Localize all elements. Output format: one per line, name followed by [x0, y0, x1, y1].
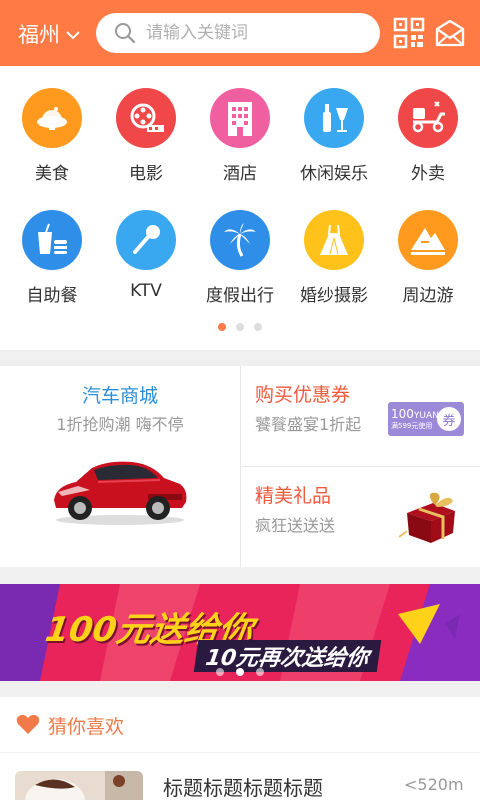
category-grid: 美食 电影 酒店 休闲娱乐 外卖 自助餐 KTV 度假出行 婚纱摄影 周边游: [0, 66, 480, 350]
category-label: 自助餐: [26, 286, 78, 306]
coupon-tag: 券: [437, 407, 461, 431]
palm-tree-icon: [210, 210, 270, 270]
wedding-dress-icon: [304, 210, 364, 270]
category-label: 度假出行: [206, 286, 274, 306]
page-dot: [256, 668, 264, 676]
category-label: 电影: [129, 164, 163, 184]
item-title: 标题标题标题标题: [163, 776, 323, 800]
gift-box-image: [398, 492, 455, 543]
category-takeout[interactable]: 外卖: [381, 88, 475, 198]
promo-section: 汽车商城 1折抢购潮 嗨不停 购买优惠券 饕餮盛宴1折起 100YUAN 满59…: [0, 366, 480, 567]
city-selector[interactable]: 福州: [18, 19, 80, 49]
hotel-building-icon: [210, 88, 270, 148]
gift-card[interactable]: 精美礼品 疯狂送送送: [241, 467, 480, 567]
coupon-subtitle: 饕餮盛宴1折起: [255, 415, 362, 434]
category-vacation[interactable]: 度假出行: [193, 210, 287, 320]
envelope-icon[interactable]: [434, 17, 466, 49]
car-mall-card[interactable]: 汽车商城 1折抢购潮 嗨不停: [0, 366, 240, 567]
microphone-icon: [116, 210, 176, 270]
page-dot: [218, 323, 226, 331]
delivery-scooter-icon: [398, 88, 458, 148]
page-dot: [254, 323, 262, 331]
app-screen: 福州 请输入关键词 美食 电影 酒店 休闲娱乐 外卖 自助餐 KTV 度假出行 …: [0, 0, 480, 800]
category-food[interactable]: 美食: [5, 88, 99, 198]
city-label: 福州: [18, 23, 60, 47]
film-reel-icon: [116, 88, 176, 148]
car-mall-title: 汽车商城: [81, 385, 158, 407]
category-page-indicator: [0, 323, 480, 331]
banner-page-indicator: [0, 668, 480, 676]
category-buffet[interactable]: 自助餐: [5, 210, 99, 320]
car-mall-subtitle: 1折抢购潮 嗨不停: [56, 415, 184, 434]
chevron-down-icon: [66, 30, 80, 39]
food-dish-icon: [22, 88, 82, 148]
coupon-note: 满599元使用: [391, 422, 433, 430]
category-label: 休闲娱乐: [300, 164, 368, 184]
mountain-icon: [398, 210, 458, 270]
coupon-title: 购买优惠券: [255, 384, 351, 406]
promo-banner[interactable]: 100元送给你 10元再次送给你: [0, 584, 480, 681]
page-dot: [236, 323, 244, 331]
guess-you-like-section: 猜你喜欢 标题标题标题标题 <520m: [0, 697, 480, 800]
gift-subtitle: 疯狂送送送: [255, 516, 336, 535]
coupon-ticket-image: 100YUAN 满599元使用 券: [388, 402, 464, 436]
red-car-image: [54, 461, 187, 525]
category-movie[interactable]: 电影: [99, 88, 193, 198]
category-label: KTV: [130, 281, 162, 301]
category-label: 周边游: [402, 286, 454, 306]
drinks-icon: [304, 88, 364, 148]
coupon-unit: YUAN: [413, 411, 439, 421]
qr-code-icon[interactable]: [393, 17, 425, 49]
category-ktv[interactable]: KTV: [99, 210, 193, 320]
category-label: 婚纱摄影: [300, 286, 368, 306]
page-dot: [236, 668, 244, 676]
list-item[interactable]: 标题标题标题标题 <520m: [0, 697, 480, 800]
item-thumbnail: [15, 771, 143, 800]
coupon-card[interactable]: 购买优惠券 饕餮盛宴1折起 100YUAN 满599元使用 券: [241, 366, 480, 466]
category-label: 外卖: [411, 164, 445, 184]
category-leisure[interactable]: 休闲娱乐: [287, 88, 381, 198]
buffet-icon: [22, 210, 82, 270]
search-icon: [115, 23, 136, 44]
item-distance: <520m: [404, 775, 464, 794]
page-dot: [216, 668, 224, 676]
category-label: 美食: [35, 164, 69, 184]
category-hotel[interactable]: 酒店: [193, 88, 287, 198]
search-input[interactable]: [146, 23, 366, 43]
category-wedding-photo[interactable]: 婚纱摄影: [287, 210, 381, 320]
category-label: 酒店: [223, 164, 257, 184]
gift-title: 精美礼品: [255, 485, 332, 507]
category-nearby-tour[interactable]: 周边游: [381, 210, 475, 320]
coupon-amount: 100: [391, 407, 414, 421]
banner-headline-amount: 100元: [42, 610, 154, 650]
search-box[interactable]: [96, 13, 380, 53]
top-header: 福州: [0, 0, 480, 66]
